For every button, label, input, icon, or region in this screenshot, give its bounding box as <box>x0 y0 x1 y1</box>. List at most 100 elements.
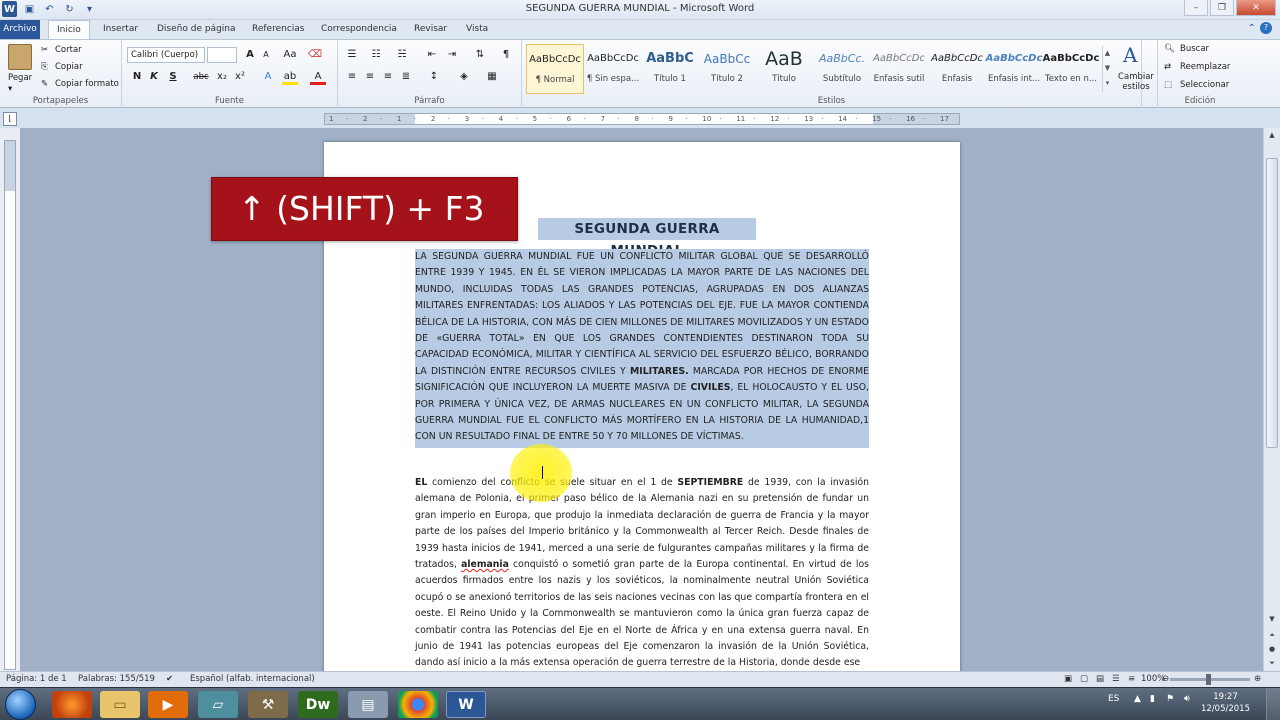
vertical-scrollbar[interactable]: ▲ ▼ ⏶ ● ⏷ <box>1263 128 1280 671</box>
align-center-icon[interactable]: ≡ <box>362 69 378 85</box>
multilevel-list-icon[interactable]: ☵ <box>394 47 410 63</box>
change-case-button[interactable]: Aa <box>282 47 298 63</box>
superscript-button[interactable]: x² <box>232 69 248 85</box>
tab-selector-icon[interactable]: ⌊ <box>3 112 17 126</box>
cut-button[interactable]: Cortar <box>55 45 82 55</box>
style-title[interactable]: AaB Título <box>755 44 813 94</box>
align-right-icon[interactable]: ≡ <box>380 69 396 85</box>
show-desktop-button[interactable] <box>1266 688 1280 720</box>
select-icon[interactable]: ⬚ <box>1164 80 1172 90</box>
close-button[interactable]: ✕ <box>1236 0 1276 16</box>
prev-page-icon[interactable]: ⏶ <box>1264 628 1280 642</box>
network-icon[interactable]: ▮ <box>1150 694 1155 704</box>
style-heading-2[interactable]: AaBbCc Título 2 <box>698 44 756 94</box>
style-normal[interactable]: AaBbCcDc ¶ Normal <box>526 44 584 94</box>
shrink-font-button[interactable]: A <box>258 47 274 63</box>
proofing-icon[interactable]: ✔ <box>166 674 173 684</box>
change-styles-button[interactable]: Cambiar estilos <box>1118 72 1154 92</box>
input-language[interactable]: ES <box>1108 694 1119 704</box>
draft-view-icon[interactable]: ≡ <box>1128 674 1135 684</box>
clear-format-icon[interactable]: ⌫ <box>307 47 323 63</box>
start-button[interactable] <box>5 689 36 720</box>
scroll-down-icon[interactable]: ▼ <box>1264 612 1280 626</box>
strikethrough-button[interactable]: abc <box>190 69 212 85</box>
tab-references[interactable]: Referencias <box>244 20 313 39</box>
next-page-icon[interactable]: ⏷ <box>1264 656 1280 670</box>
paragraph-2[interactable]: EL comienzo del conflicto se suele situa… <box>415 475 869 671</box>
explorer-icon[interactable]: ▭ <box>100 691 140 718</box>
tab-page-layout[interactable]: Diseño de página <box>149 20 244 39</box>
print-layout-view-icon[interactable]: ▣ <box>1064 674 1072 684</box>
speaker-icon[interactable]: 🔊︎ <box>1184 694 1190 704</box>
find-button[interactable]: Buscar <box>1180 44 1209 54</box>
format-painter-button[interactable]: Copiar formato <box>55 79 119 89</box>
minimize-button[interactable]: – <box>1184 0 1208 16</box>
highlight-color-icon[interactable]: ab <box>282 69 298 85</box>
tray-expand-icon[interactable]: ▲ <box>1134 694 1141 704</box>
copy-button[interactable]: Copiar <box>55 62 83 72</box>
cut-icon[interactable]: ✂ <box>41 45 48 55</box>
align-left-icon[interactable]: ≡ <box>344 69 360 85</box>
full-screen-view-icon[interactable]: ▢ <box>1080 674 1088 684</box>
replace-icon[interactable]: ⇄ <box>1164 62 1171 72</box>
minimize-ribbon-icon[interactable]: ⌃ <box>1248 23 1256 34</box>
style-strong[interactable]: AaBbCcDc Texto en n... <box>1042 44 1100 94</box>
tab-review[interactable]: Revisar <box>406 20 455 39</box>
style-intense-emphasis[interactable]: AaBbCcDc Énfasis int... <box>985 44 1043 94</box>
font-color-icon[interactable]: A <box>310 69 326 85</box>
numbering-icon[interactable]: ☷ <box>368 47 384 63</box>
horizontal-ruler[interactable]: 1 · 2 · 1 · 2 · 3 · 4 · 5 · 6 · 7 · 8 · 9 · 10 · 11 · 12 · 13 · 14 · 15 ·… <box>324 113 960 125</box>
outline-view-icon[interactable]: ☰ <box>1112 674 1120 684</box>
language-status[interactable]: Español (alfab. internacional) <box>190 674 315 684</box>
copy-icon[interactable]: ⎘ <box>41 62 48 72</box>
font-name-combo[interactable]: Calibri (Cuerpo) <box>127 47 205 63</box>
subscript-button[interactable]: x₂ <box>214 69 230 85</box>
paste-icon[interactable] <box>8 44 32 70</box>
page-count[interactable]: Página: 1 de 1 <box>6 674 67 684</box>
line-spacing-icon[interactable]: ↕ <box>426 69 442 85</box>
tab-mailings[interactable]: Correspondencia <box>313 20 405 39</box>
dreamweaver-icon[interactable]: Dw <box>298 691 338 718</box>
borders-icon[interactable]: ▦ <box>484 69 500 85</box>
system-clock[interactable]: 19:27 12/05/2015 <box>1201 691 1250 715</box>
flag-icon[interactable]: ⚑ <box>1166 694 1174 704</box>
justify-icon[interactable]: ≣ <box>398 69 414 85</box>
underline-button[interactable]: S <box>165 69 181 85</box>
shading-icon[interactable]: ◈ <box>456 69 472 85</box>
paragraph-1-selected[interactable]: LA SEGUNDA GUERRA MUNDIAL FUE UN CONFLIC… <box>415 249 869 448</box>
bullets-icon[interactable]: ☰ <box>344 47 360 63</box>
styles-scroll-icon[interactable]: ▲ ▼ ▾ <box>1102 46 1112 92</box>
calculator-icon[interactable]: ▤ <box>348 691 388 718</box>
document-title[interactable]: SEGUNDA GUERRA MUNDIAL <box>538 218 756 259</box>
decrease-indent-icon[interactable]: ⇤ <box>424 47 440 63</box>
tab-file[interactable]: Archivo <box>0 20 40 39</box>
zoom-in-icon[interactable]: ⊕ <box>1254 674 1261 684</box>
notes-icon[interactable]: ▱ <box>198 691 238 718</box>
font-size-combo[interactable] <box>207 47 237 63</box>
browse-object-icon[interactable]: ● <box>1264 642 1280 656</box>
style-subtle-emphasis[interactable]: AaBbCcDc Énfasis sutil <box>870 44 928 94</box>
tools-icon[interactable]: ⚒ <box>248 691 288 718</box>
show-formatting-icon[interactable]: ¶ <box>498 47 514 63</box>
paste-button[interactable]: Pegar <box>8 73 32 83</box>
style-subtitle[interactable]: AaBbCc. Subtítulo <box>813 44 871 94</box>
style-emphasis[interactable]: AaBbCcDc Énfasis <box>928 44 986 94</box>
web-layout-view-icon[interactable]: ▤ <box>1096 674 1104 684</box>
media-player-icon[interactable]: ▶ <box>148 691 188 718</box>
vertical-ruler[interactable] <box>4 140 16 670</box>
increase-indent-icon[interactable]: ⇥ <box>444 47 460 63</box>
firefox-icon[interactable] <box>52 691 92 718</box>
tab-home[interactable]: Inicio <box>48 20 90 39</box>
zoom-slider-handle[interactable] <box>1206 674 1211 685</box>
tab-insert[interactable]: Insertar <box>95 20 146 39</box>
format-painter-icon[interactable]: ✎ <box>41 79 48 89</box>
paste-dropdown-icon[interactable]: ▾ <box>8 84 12 94</box>
replace-button[interactable]: Reemplazar <box>1180 62 1230 72</box>
bold-button[interactable]: N <box>129 69 145 85</box>
sort-icon[interactable]: ⇅ <box>472 47 488 63</box>
select-button[interactable]: Seleccionar <box>1180 80 1229 90</box>
maximize-button[interactable]: ❐ <box>1210 0 1234 16</box>
style-heading-1[interactable]: AaBbC Título 1 <box>641 44 699 94</box>
scroll-thumb[interactable] <box>1266 158 1278 448</box>
word-taskbar-icon[interactable]: W <box>446 691 486 718</box>
